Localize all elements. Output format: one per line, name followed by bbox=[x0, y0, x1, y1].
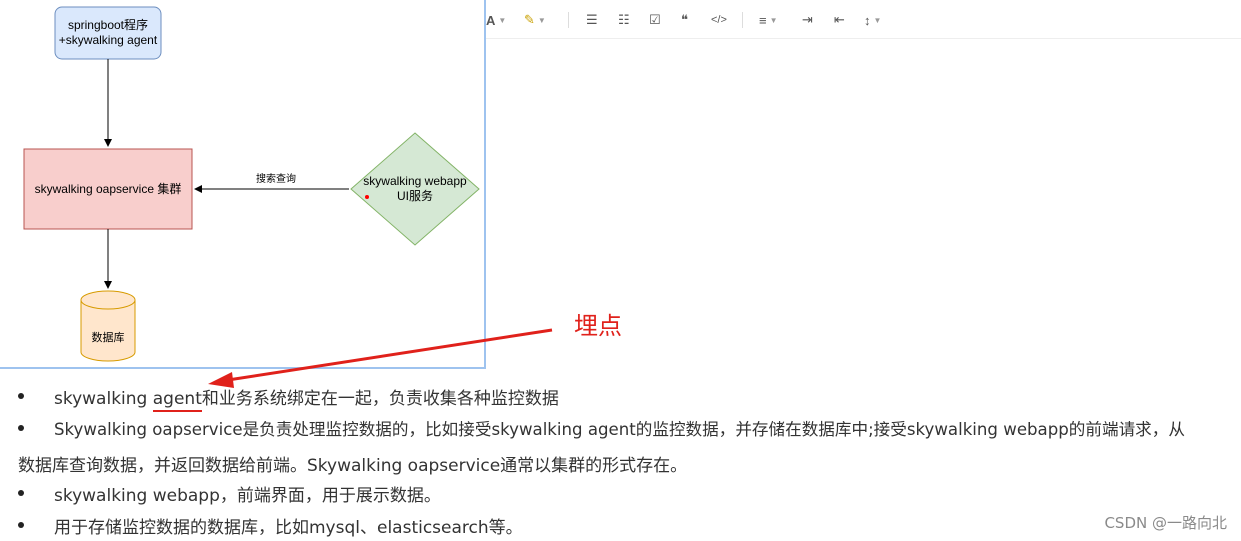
chevron-down-icon: ▼ bbox=[873, 15, 882, 25]
annotation-label: 埋点 bbox=[574, 312, 622, 340]
code-block-icon: </> bbox=[711, 14, 727, 26]
webapp-node-label: skywalking webapp UI服务 bbox=[351, 165, 479, 213]
line-height-icon: ↕ bbox=[864, 12, 871, 28]
chevron-down-icon: ▼ bbox=[537, 15, 546, 25]
bullet-item-webapp: skywalking webapp，前端界面，用于展示数据。 bbox=[54, 486, 441, 506]
indent-decrease-icon: ⇤ bbox=[834, 12, 845, 27]
toolbar-divider bbox=[568, 12, 569, 28]
bullet-item-database: 用于存储监控数据的数据库，比如mysql、elasticsearch等。 bbox=[54, 518, 523, 538]
blockquote-icon: ❝ bbox=[681, 12, 688, 27]
bulleted-list-button[interactable]: ☰ bbox=[586, 10, 598, 30]
db-node-label: 数据库 bbox=[81, 318, 135, 358]
checklist-icon: ☑ bbox=[649, 12, 661, 27]
app-node-label: springboot程序 +skywalking agent bbox=[55, 7, 161, 59]
numbered-list-button[interactable]: ☷ bbox=[618, 10, 630, 30]
text-color-button[interactable]: A ▼ bbox=[486, 10, 506, 30]
webapp-node-line2: UI服务 bbox=[396, 189, 433, 203]
webapp-node-line1: skywalking webapp bbox=[363, 174, 467, 188]
line-height-button[interactable]: ↕ ▼ bbox=[864, 10, 881, 30]
align-button[interactable]: ≡ ▼ bbox=[759, 10, 778, 30]
architecture-diagram: springboot程序 +skywalking agent skywalkin… bbox=[0, 0, 486, 369]
blockquote-button[interactable]: ❝ bbox=[681, 10, 688, 30]
bullet-dot bbox=[18, 522, 24, 528]
text-color-icon: A bbox=[486, 12, 496, 28]
watermark: CSDN @一路向北 bbox=[1104, 514, 1227, 532]
bulleted-list-icon: ☰ bbox=[586, 12, 598, 27]
chevron-down-icon: ▼ bbox=[498, 15, 507, 25]
highlight-icon: ✎ bbox=[524, 12, 535, 27]
bullet-item-oapservice-cont: 数据库查询数据，并返回数据给前端。Skywalking oapservice通常… bbox=[18, 456, 688, 476]
indent-increase-icon: ⇥ bbox=[802, 12, 813, 27]
oap-node-text: skywalking oapservice 集群 bbox=[34, 181, 182, 196]
checklist-button[interactable]: ☑ bbox=[649, 10, 661, 30]
bullet-agent-prefix: skywalking bbox=[54, 389, 153, 409]
bullet-item-agent: skywalking agent和业务系统绑定在一起，负责收集各种监控数据 bbox=[54, 384, 559, 412]
indent-increase-button[interactable]: ⇥ bbox=[802, 10, 813, 30]
toolbar-divider bbox=[742, 12, 743, 28]
bullet-agent-highlight: agent bbox=[152, 389, 202, 412]
bullet-agent-rest: 和业务系统绑定在一起，负责收集各种监控数据 bbox=[201, 389, 559, 409]
oap-node-label: skywalking oapservice 集群 bbox=[24, 149, 192, 229]
indent-decrease-button[interactable]: ⇤ bbox=[834, 10, 845, 30]
chevron-down-icon: ▼ bbox=[769, 15, 778, 25]
db-node-text: 数据库 bbox=[91, 331, 125, 344]
bullet-dot bbox=[18, 490, 24, 496]
bullet-dot bbox=[18, 425, 24, 431]
align-icon: ≡ bbox=[759, 12, 767, 28]
highlight-button[interactable]: ✎ ▼ bbox=[524, 10, 546, 30]
bullet-dot bbox=[18, 393, 24, 399]
code-block-button[interactable]: </> bbox=[711, 10, 727, 30]
edge-label-search: 搜索查询 bbox=[256, 174, 296, 185]
app-node-line2: +skywalking agent bbox=[58, 33, 158, 47]
numbered-list-icon: ☷ bbox=[618, 12, 630, 27]
editor-toolbar: A ▼ ✎ ▼ ☰ ☷ ☑ ❝ </> ≡ ▼ ⇥ ⇤ ↕ ▼ bbox=[486, 0, 1241, 39]
app-node-line1: springboot程序 bbox=[67, 18, 149, 32]
bullet-item-oapservice: Skywalking oapservice是负责处理监控数据的，比如接受skyw… bbox=[54, 420, 1185, 439]
